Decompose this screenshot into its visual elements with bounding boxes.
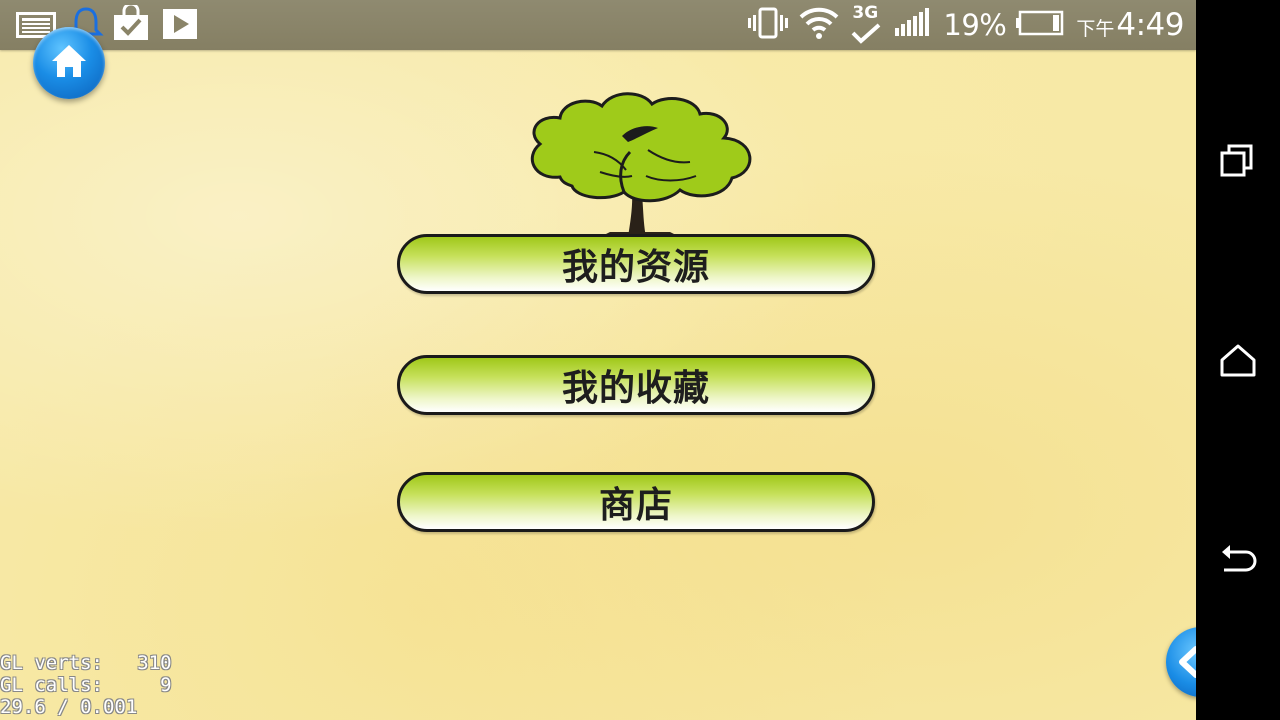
gl-debug-overlay: GL verts: 310 GL calls: 9 29.6 / 0.001: [0, 652, 172, 718]
home-button[interactable]: [33, 27, 105, 99]
home-icon: [52, 45, 86, 77]
my-resources-label: 我的资源: [561, 247, 710, 288]
wifi-icon: [799, 7, 839, 43]
clock: 下午 4:49: [1076, 7, 1184, 43]
nav-back-button[interactable]: [1218, 540, 1258, 580]
recents-button[interactable]: [1218, 140, 1258, 180]
shop-label: 商店: [598, 485, 673, 526]
gl-fps: 29.6 / 0.001: [0, 696, 138, 718]
navigation-bar: [1196, 0, 1280, 720]
gl-verts: GL verts: 310: [0, 652, 172, 674]
back-icon: [1222, 545, 1257, 572]
home-icon: [1220, 344, 1256, 377]
phone-screen: 3G 19% 下午 4:49 我的资源 我的收藏 商店 GL verts: 31…: [0, 0, 1280, 720]
clock-time: 4:49: [1116, 7, 1184, 43]
battery-percent: 19%: [943, 8, 1007, 42]
network-type-label: 3G: [852, 3, 879, 23]
clock-ampm: 下午: [1076, 18, 1115, 40]
back-arrow-icon: [1179, 646, 1196, 678]
my-favorites-label: 我的收藏: [561, 368, 710, 409]
play-store-icon: [162, 8, 198, 44]
status-right-group: 3G 19% 下午 4:49: [747, 0, 1184, 50]
app-area: 3G 19% 下午 4:49 我的资源 我的收藏 商店 GL verts: 31…: [0, 0, 1196, 720]
my-resources-button[interactable]: 我的资源: [397, 234, 875, 294]
3g-data-icon: 3G: [849, 3, 883, 47]
corner-back-button[interactable]: [1166, 627, 1196, 697]
battery-icon: [1016, 10, 1066, 40]
shop-button[interactable]: 商店: [397, 472, 875, 532]
vibrate-icon: [747, 7, 789, 43]
tree-icon: [530, 92, 752, 237]
signal-icon: [893, 8, 933, 42]
gl-calls: GL calls: 9: [0, 674, 172, 696]
status-bar: 3G 19% 下午 4:49: [0, 0, 1196, 50]
shopping-bag-check-icon: [112, 2, 150, 45]
recents-icon: [1220, 144, 1253, 177]
my-favorites-button[interactable]: 我的收藏: [397, 355, 875, 415]
nav-home-button[interactable]: [1218, 340, 1258, 380]
